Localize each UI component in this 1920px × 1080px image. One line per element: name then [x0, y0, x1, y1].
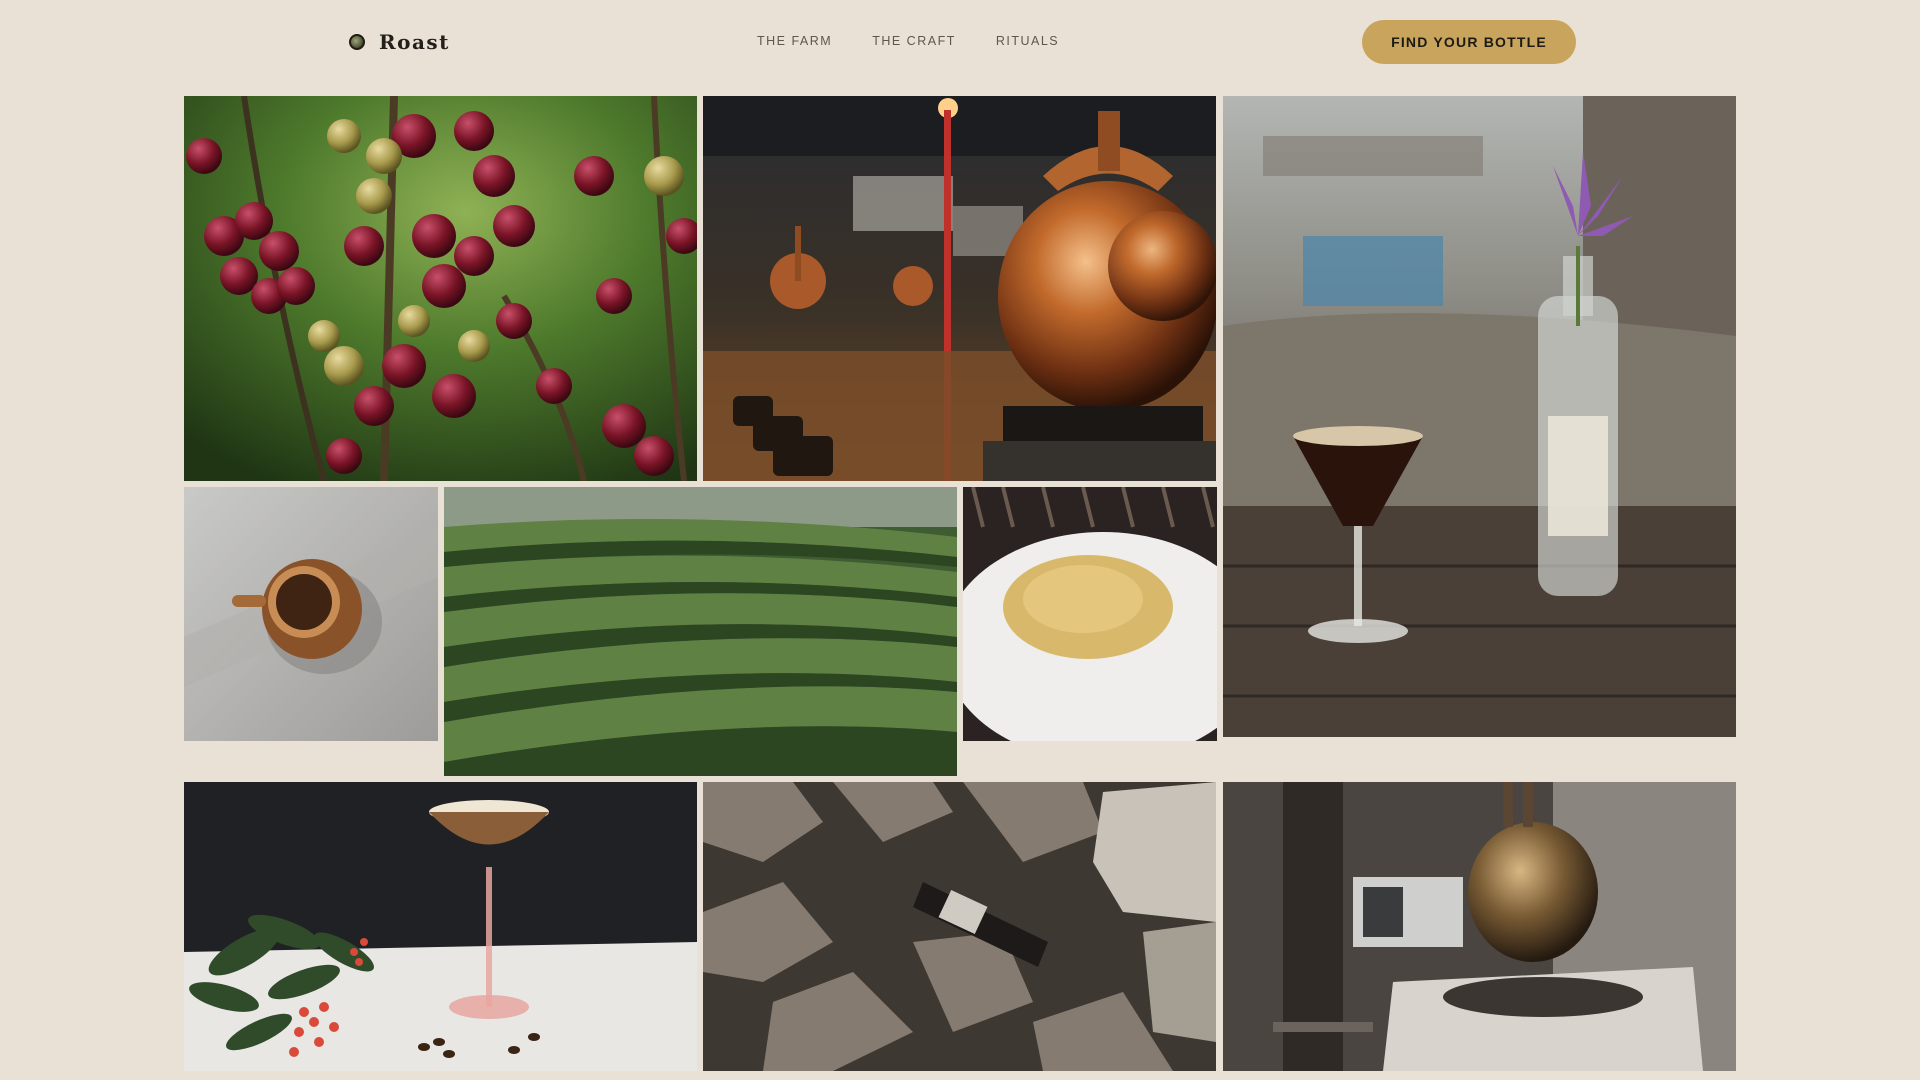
coffee-bean-icon — [349, 34, 365, 50]
bottle-on-rocks-photo[interactable] — [703, 782, 1216, 1071]
nav-link-the-craft[interactable]: THE CRAFT — [872, 34, 956, 48]
antique-still-photo[interactable] — [1223, 782, 1736, 1071]
tea-plantation-photo[interactable] — [444, 487, 957, 776]
nav-link-the-farm[interactable]: THE FARM — [757, 34, 832, 48]
site-header: Roast THE FARM THE CRAFT RITUALS FIND YO… — [0, 0, 1920, 84]
brand-logo[interactable]: Roast — [349, 28, 450, 56]
brand-name: Roast — [379, 30, 450, 54]
coffee-cherries-photo[interactable] — [184, 96, 697, 481]
coupe-cocktail-photo[interactable] — [184, 782, 697, 1071]
ground-spice-plate-photo[interactable] — [963, 487, 1217, 741]
nav-link-rituals[interactable]: RITUALS — [996, 34, 1059, 48]
find-your-bottle-button[interactable]: FIND YOUR BOTTLE — [1362, 20, 1576, 64]
main-nav: THE FARM THE CRAFT RITUALS — [757, 34, 1059, 48]
copper-still-photo[interactable] — [703, 96, 1216, 481]
espresso-cup-photo[interactable] — [184, 487, 438, 741]
espresso-martini-bottle-photo[interactable] — [1223, 96, 1736, 737]
